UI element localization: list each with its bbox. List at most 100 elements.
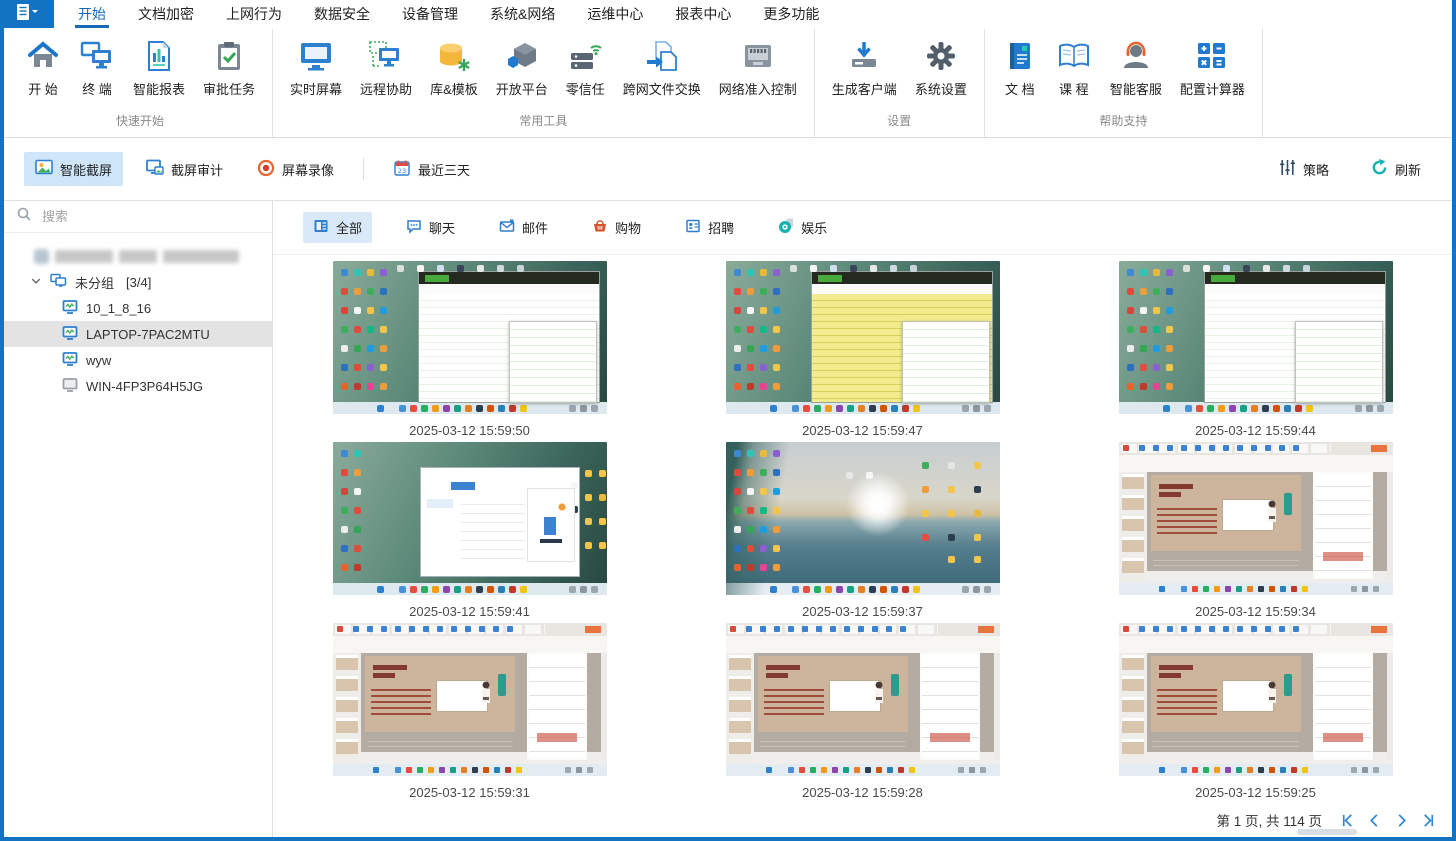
screenshot-item[interactable]: 2025-03-12 15:59:25 [1119,623,1393,800]
ribbon-button-approval-task[interactable]: 审批任务 [194,35,264,101]
screenshot-thumbnail[interactable] [1119,261,1393,414]
view-capture-audit[interactable]: 截屏审计 [135,152,234,186]
app-menu-button[interactable] [0,0,54,28]
screenshot-thumbnail[interactable] [333,261,607,414]
pager-controls [1340,813,1436,828]
screenshot-thumbnail[interactable] [333,442,607,595]
filter-entertainment[interactable]: 娱乐 [768,212,837,243]
all-list-icon [313,218,329,237]
filter-mail[interactable]: 邮件 [489,212,558,243]
ribbon-button-label: 跨网文件交换 [623,79,701,98]
tree-node-terminal-offline[interactable]: WIN-4FP3P64H5JG [4,373,272,399]
screenshot-item[interactable]: 2025-03-12 15:59:47 [726,261,1000,438]
ribbon-button-start[interactable]: 开 始 [16,35,70,101]
pager-first-button[interactable] [1340,813,1355,828]
screenshot-thumbnail[interactable] [726,623,1000,776]
ribbon-button-label: 系统设置 [915,79,967,98]
screenshot-item[interactable]: 2025-03-12 15:59:50 [333,261,607,438]
pager-prev-button[interactable] [1367,813,1382,828]
ribbon-button-label: 实时屏幕 [290,79,342,98]
screenshot-thumbnail[interactable] [333,623,607,776]
filter-shopping[interactable]: 购物 [582,212,651,243]
ribbon-button-realtime-screen[interactable]: 实时屏幕 [281,35,351,101]
tree-root-redacted[interactable] [4,243,272,269]
horizontal-scrollbar-thumb[interactable] [1297,829,1357,835]
date-range-filter[interactable]: 23 最近三天 [382,152,481,187]
screenshot-thumbnail[interactable] [726,261,1000,414]
ribbon-button-system-settings[interactable]: 系统设置 [906,35,976,101]
menu-item-ops-center[interactable]: 运维中心 [571,0,659,28]
menu-item-start[interactable]: 开始 [62,0,122,28]
smart-capture-icon [35,159,53,179]
redacted-text [163,250,239,263]
screenshot-item[interactable]: 2025-03-12 15:59:31 [333,623,607,800]
view-smart-capture[interactable]: 智能截屏 [24,152,123,186]
approval-task-icon [211,38,247,74]
search-box[interactable] [4,201,272,233]
screenshot-timestamp: 2025-03-12 15:59:31 [409,785,530,800]
ribbon-button-document[interactable]: 文 档 [993,35,1047,101]
ribbon-button-smart-report[interactable]: 智能报表 [124,35,194,101]
screenshot-item[interactable]: 2025-03-12 15:59:37 [726,442,1000,619]
ribbon-button-cross-network-file[interactable]: 跨网文件交换 [614,35,710,101]
ribbon-button-course[interactable]: 课 程 [1047,35,1101,101]
tree-node-terminal[interactable]: wyw [4,347,272,373]
policy-sliders-icon [1279,159,1296,179]
ribbon-button-terminal[interactable]: 终 端 [70,35,124,101]
ribbon-button-remote-assist[interactable]: 远程协助 [351,35,421,101]
course-icon [1056,38,1092,74]
ribbon-button-network-access[interactable]: 网络准入控制 [710,35,806,101]
ribbon-button-label: 开放平台 [496,79,548,98]
app-window: 开始 文档加密 上网行为 数据安全 设备管理 系统&网络 运维中心 报表中心 更… [0,0,1456,841]
search-input[interactable] [40,208,260,225]
filter-all[interactable]: 全部 [303,212,372,243]
tree-group-label: 未分组 [75,273,114,292]
pager-next-button[interactable] [1394,813,1409,828]
filter-recruit[interactable]: 招聘 [675,212,744,243]
screenshot-timestamp: 2025-03-12 15:59:34 [1195,604,1316,619]
menu-item-web-behavior[interactable]: 上网行为 [210,0,298,28]
screenshot-item[interactable]: 2025-03-12 15:59:41 [333,442,607,619]
menu-item-more[interactable]: 更多功能 [747,0,835,28]
ribbon-button-zero-trust[interactable]: 零信任 [557,35,614,101]
ribbon-group-help-support: 文 档 课 程 智能客服 配置计算器 帮助支持 [985,28,1263,137]
menu-item-doc-encrypt[interactable]: 文档加密 [122,0,210,28]
ribbon-group-quick-start: 开 始 终 端 智能报表 审批任务 快速开始 [8,28,273,137]
screenshot-timestamp: 2025-03-12 15:59:28 [802,785,923,800]
screenshot-thumbnail[interactable] [1119,442,1393,595]
screenshot-item[interactable]: 2025-03-12 15:59:28 [726,623,1000,800]
view-screen-record[interactable]: 屏幕录像 [246,152,345,187]
menu-item-report-center[interactable]: 报表中心 [659,0,747,28]
ribbon: 开 始 终 端 智能报表 审批任务 快速开始 [4,28,1452,138]
filter-label: 购物 [615,218,641,237]
ribbon-buttons: 文 档 课 程 智能客服 配置计算器 [993,28,1254,110]
category-filters: 全部 聊天 邮件 购物 招聘 [273,201,1452,255]
menu-item-system-network[interactable]: 系统&网络 [474,0,571,28]
pager-last-button[interactable] [1421,813,1436,828]
filter-label: 招聘 [708,218,734,237]
refresh-label: 刷新 [1395,160,1421,179]
policy-button[interactable]: 策略 [1268,152,1340,186]
menu-item-data-security[interactable]: 数据安全 [298,0,386,28]
menu-item-device-mgmt[interactable]: 设备管理 [386,0,474,28]
filter-label: 邮件 [522,218,548,237]
ribbon-button-config-calculator[interactable]: 配置计算器 [1171,35,1254,101]
tree-node-terminal-selected[interactable]: LAPTOP-7PAC2MTU [4,321,272,347]
screenshot-thumbnail[interactable] [726,442,1000,595]
filter-chat[interactable]: 聊天 [396,212,465,243]
ribbon-button-label: 网络准入控制 [719,79,797,98]
screenshot-thumbnail[interactable] [1119,623,1393,776]
view-label: 智能截屏 [60,160,112,179]
screen-record-icon [257,159,275,180]
tree-group-ungrouped[interactable]: 未分组 [3/4] [4,269,272,295]
tree-node-label: wyw [86,353,111,368]
ribbon-button-generate-client[interactable]: 生成客户端 [823,35,906,101]
screenshot-item[interactable]: 2025-03-12 15:59:34 [1119,442,1393,619]
ribbon-buttons: 实时屏幕 远程协助 库&模板 开放平台 零信任 [281,28,806,110]
ribbon-button-library-template[interactable]: 库&模板 [421,35,487,101]
refresh-button[interactable]: 刷新 [1360,152,1432,186]
ribbon-button-open-platform[interactable]: 开放平台 [487,35,557,101]
screenshot-item[interactable]: 2025-03-12 15:59:44 [1119,261,1393,438]
ribbon-button-smart-service[interactable]: 智能客服 [1101,35,1171,101]
tree-node-terminal[interactable]: 10_1_8_16 [4,295,272,321]
